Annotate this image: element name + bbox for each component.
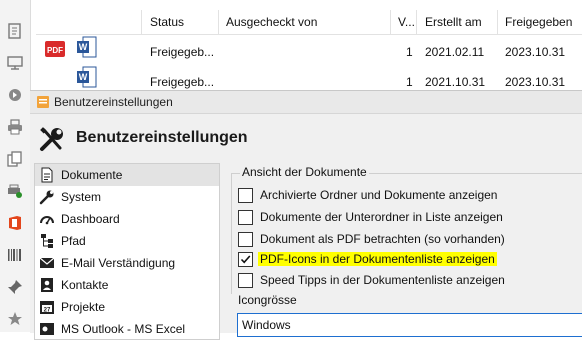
option-label: Dokumente der Unterordner in Liste anzei…: [260, 210, 503, 224]
category-label: MS Outlook - MS Excel: [61, 322, 186, 336]
category-label: Projekte: [61, 300, 106, 314]
tree-icon: [39, 233, 55, 249]
logout-icon[interactable]: [6, 86, 24, 104]
icon-size-value: Windows: [242, 318, 291, 332]
checkbox[interactable]: [238, 232, 253, 247]
dialog-title: Benutzereinstellungen: [54, 95, 173, 109]
email-icon: [39, 255, 55, 271]
left-toolbar: [0, 0, 31, 332]
tools-icon: [38, 125, 66, 153]
pin-icon[interactable]: [6, 278, 24, 296]
print-settings-icon[interactable]: [6, 182, 24, 200]
calendar-icon: 27: [39, 299, 55, 315]
category-item-kontakte[interactable]: Kontakte: [35, 274, 219, 296]
category-item-pfad[interactable]: Pfad: [35, 230, 219, 252]
app-icon: [36, 95, 50, 109]
category-label: Kontakte: [61, 278, 109, 292]
icon-size-label: Icongrösse: [238, 293, 297, 307]
contacts-icon: [39, 277, 55, 293]
printer-icon[interactable]: [6, 118, 24, 136]
checkbox[interactable]: [238, 273, 253, 288]
category-label: System: [61, 190, 102, 204]
category-label: Dokumente: [61, 168, 123, 182]
row-created: 2021.10.31: [425, 75, 486, 89]
document-icon: [39, 167, 55, 183]
column-version[interactable]: V...: [398, 15, 415, 29]
category-label: E-Mail Verständigung: [61, 256, 176, 270]
category-item-system[interactable]: System: [35, 186, 219, 208]
svg-text:PDF: PDF: [47, 46, 63, 55]
column-checked-out-by[interactable]: Ausgecheckt von: [226, 15, 317, 29]
category-list: Dokumente System Dashboard Pfad E-Mail V…: [34, 163, 220, 340]
category-item-dashboard[interactable]: Dashboard: [35, 208, 219, 230]
star-icon[interactable]: [6, 310, 24, 328]
row-version: 1: [406, 45, 413, 59]
icon-size-select[interactable]: Windows: [237, 313, 582, 337]
row-created: 2021.02.11: [425, 45, 485, 59]
checkbox[interactable]: [238, 210, 253, 225]
wrench-icon: [39, 189, 55, 205]
category-item-dokumente[interactable]: Dokumente: [35, 164, 219, 186]
monitor-icon[interactable]: [6, 54, 24, 72]
dashboard-icon: [39, 211, 55, 227]
office-icon[interactable]: [6, 214, 24, 232]
pdf-file-icon: PDF: [44, 38, 66, 60]
word-file-icon: W: [76, 36, 98, 58]
section-title: Ansicht der Dokumente: [240, 165, 369, 179]
option-label-highlighted: PDF-Icons in der Dokumentenliste anzeige…: [258, 252, 497, 266]
row-released: 2023.10.31: [505, 75, 566, 89]
dialog-heading: Benutzereinstellungen: [76, 129, 248, 146]
row-status: Freigegeb...: [150, 45, 215, 59]
category-item-email[interactable]: E-Mail Verständigung: [35, 252, 219, 274]
row-version: 1: [406, 75, 413, 89]
svg-text:W: W: [79, 72, 88, 82]
svg-text:W: W: [79, 42, 88, 52]
column-status[interactable]: Status: [150, 15, 184, 29]
column-released[interactable]: Freigegeben: [505, 15, 572, 29]
outlook-icon: [39, 321, 55, 337]
option-label: Archivierte Ordner und Dokumente anzeige…: [260, 188, 498, 202]
column-created[interactable]: Erstellt am: [425, 15, 482, 29]
checkbox-checked[interactable]: [238, 252, 253, 267]
barcode-icon[interactable]: [6, 246, 24, 264]
settings-dialog: Benutzereinstellungen Benutzereinstellun…: [30, 90, 582, 340]
checkbox[interactable]: [238, 188, 253, 203]
word-file-icon: W: [76, 66, 98, 88]
category-label: Pfad: [61, 234, 86, 248]
row-released: 2023.10.31: [505, 45, 566, 59]
checkmark-icon: [240, 255, 251, 264]
dialog-titlebar[interactable]: Benutzereinstellungen: [30, 91, 582, 114]
row-status: Freigegeb...: [150, 75, 215, 89]
category-item-outlook-excel[interactable]: MS Outlook - MS Excel: [35, 318, 219, 339]
category-label: Dashboard: [61, 212, 120, 226]
svg-text:27: 27: [44, 308, 51, 314]
copy-icon[interactable]: [6, 150, 24, 168]
notes-icon[interactable]: [6, 22, 24, 40]
document-list: Status Ausgecheckt von V... Erstellt am …: [36, 0, 582, 90]
option-label: Dokument als PDF betrachten (so vorhande…: [260, 232, 505, 246]
list-header: Status Ausgecheckt von V... Erstellt am …: [36, 10, 582, 35]
option-label: Speed Tipps in der Dokumentenliste anzei…: [260, 273, 505, 287]
category-item-projekte[interactable]: 27 Projekte: [35, 296, 219, 318]
table-row[interactable]: PDF W Freigegeb... 1 2021.02.11 2023.10.…: [36, 36, 582, 66]
